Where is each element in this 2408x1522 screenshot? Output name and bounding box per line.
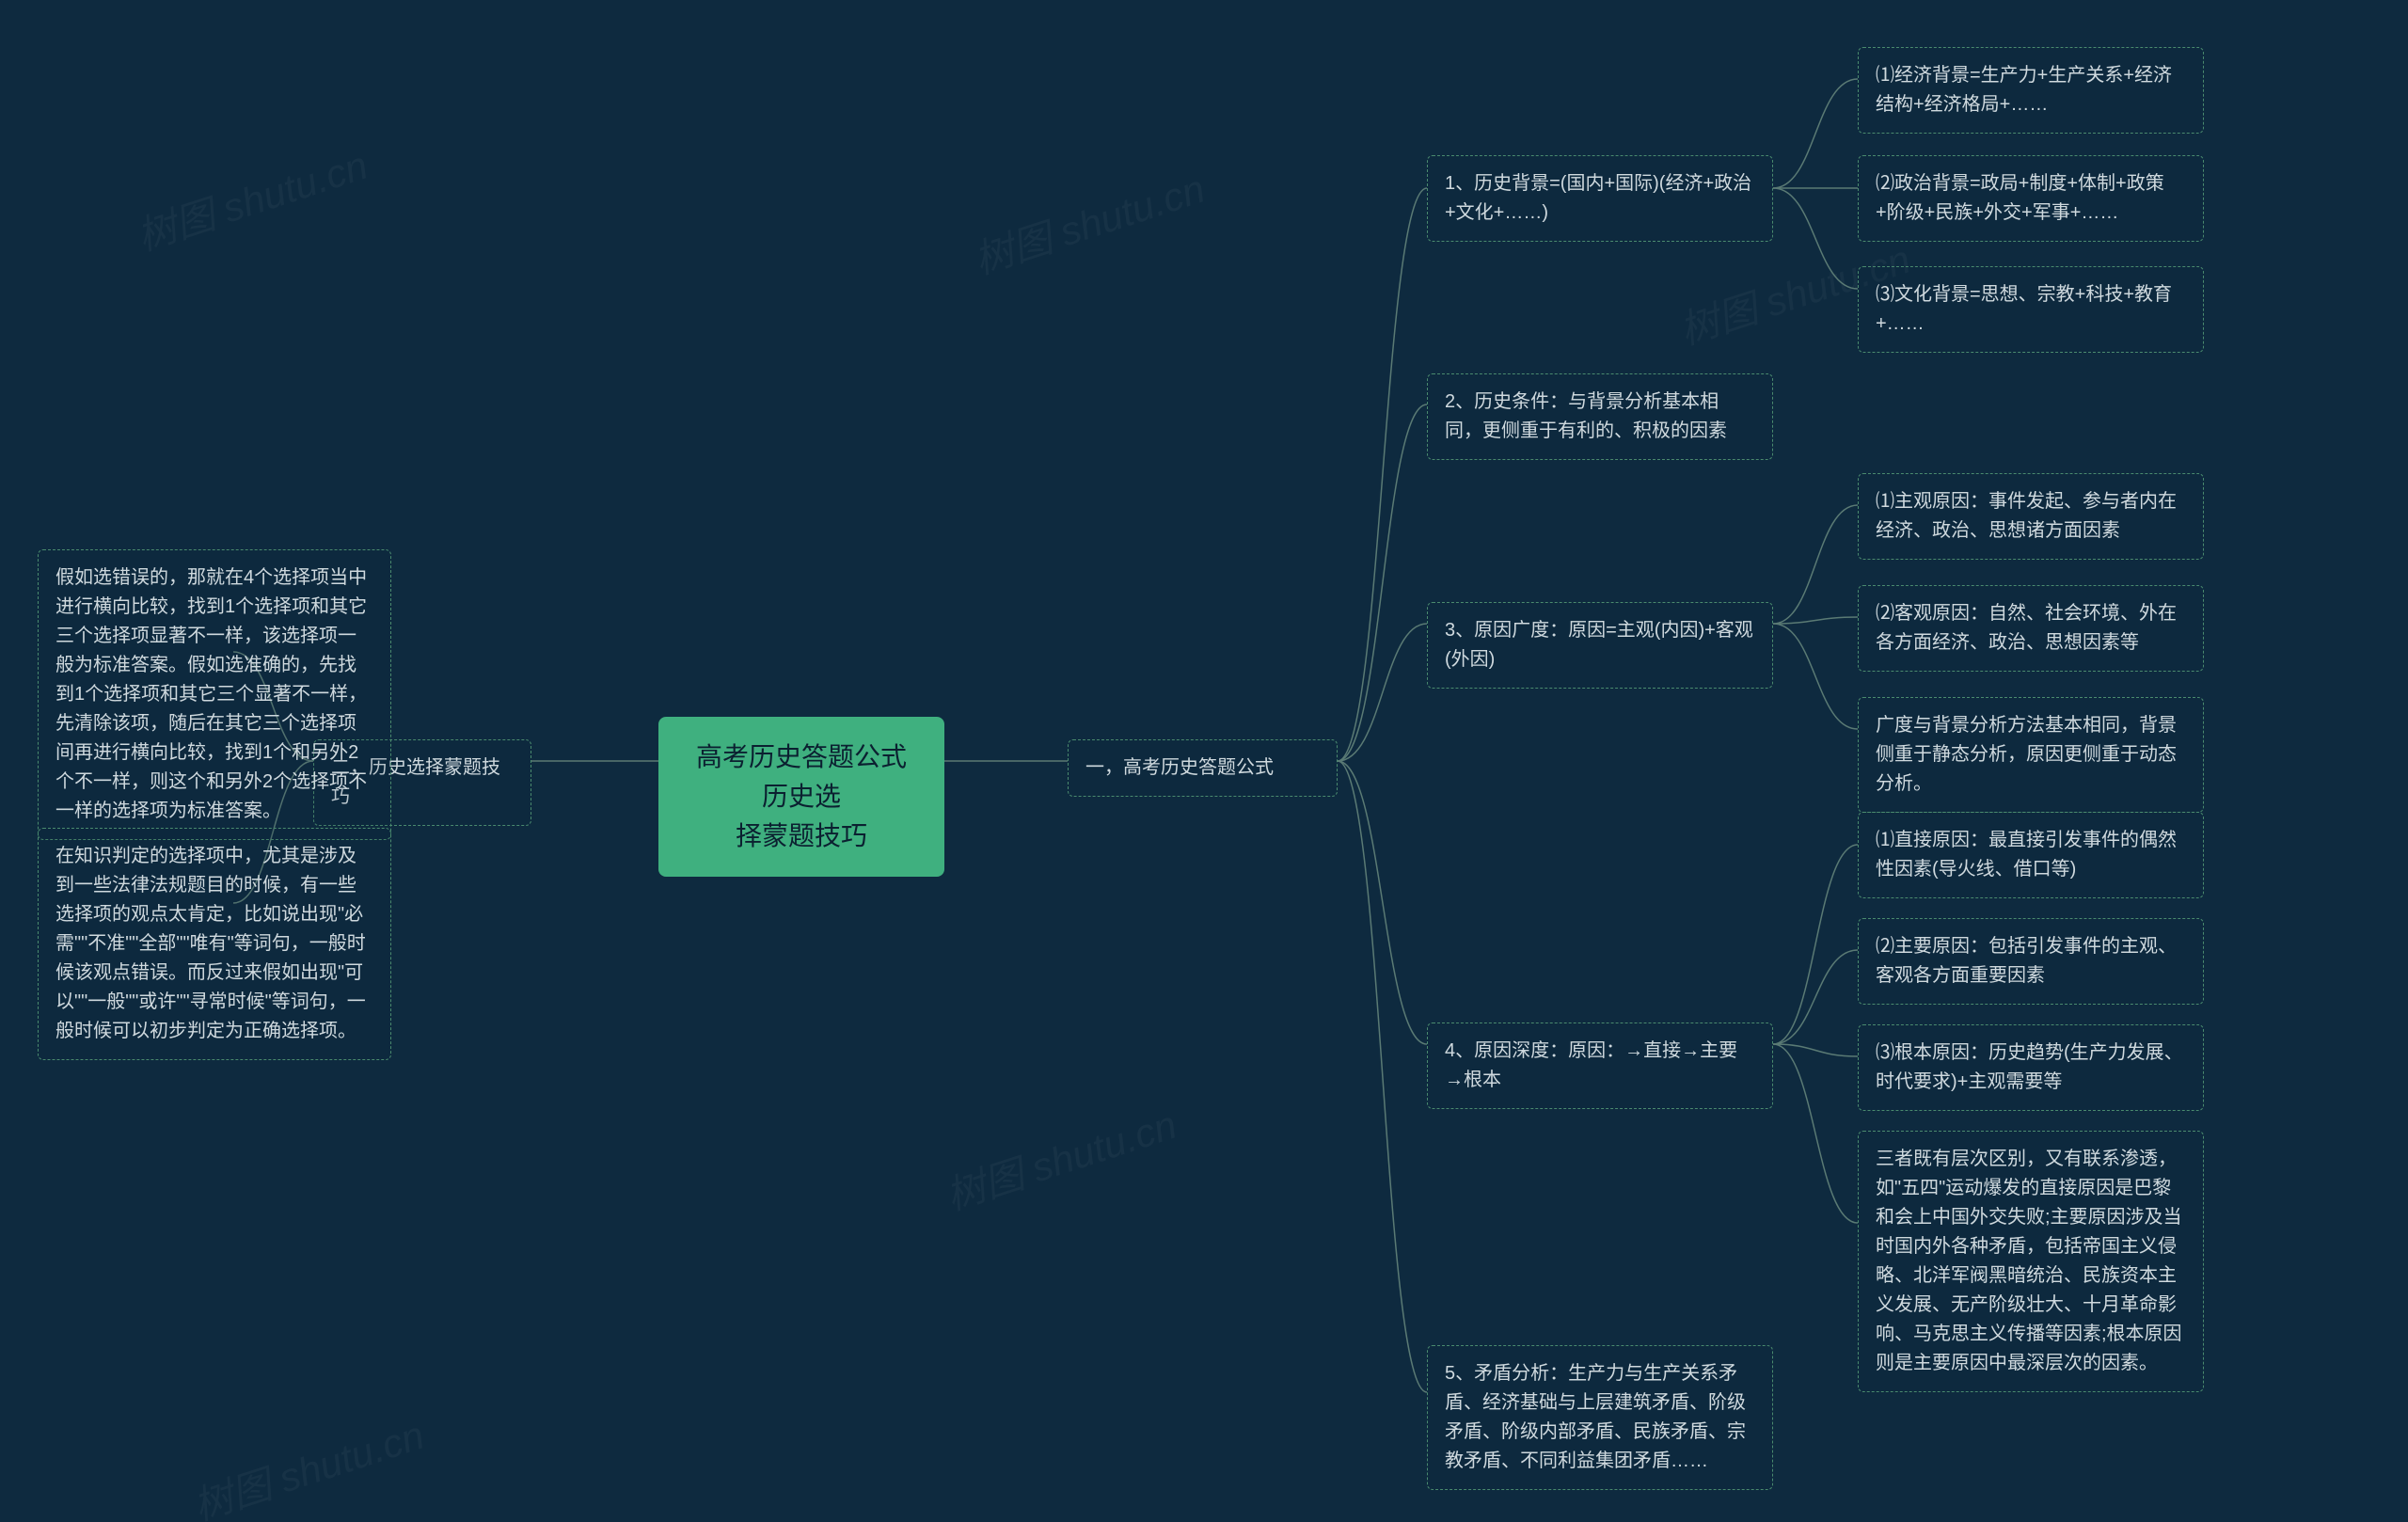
item-1-child-1[interactable]: ⑴经济背景=生产力+生产关系+经济结构+经济格局+…… bbox=[1858, 47, 2204, 134]
left-item-1[interactable]: 假如选错误的，那就在4个选择项当中进行横向比较，找到1个选择项和其它三个选择项显… bbox=[38, 549, 391, 840]
item-4-child-3[interactable]: ⑶根本原因：历史趋势(生产力发展、时代要求)+主观需要等 bbox=[1858, 1024, 2204, 1111]
left-item-2-label: 在知识判定的选择项中，尤其是涉及到一些法律法规题目的时候，有一些选择项的观点太肯… bbox=[55, 846, 366, 1041]
item-5-label: 5、矛盾分析：生产力与生产关系矛盾、经济基础与上层建筑矛盾、阶级矛盾、阶级内部矛… bbox=[1445, 1363, 1746, 1471]
item-1[interactable]: 1、历史背景=(国内+国际)(经济+政治+文化+……) bbox=[1427, 155, 1773, 242]
branch-1-label: 一，高考历史答题公式 bbox=[1085, 757, 1274, 778]
item-4-child-1[interactable]: ⑴直接原因：最直接引发事件的偶然性因素(导火线、借口等) bbox=[1858, 812, 2204, 898]
root-title-line1: 高考历史答题公式 历史选 bbox=[689, 737, 914, 816]
item-2-label: 2、历史条件：与背景分析基本相同，更侧重于有利的、积极的因素 bbox=[1445, 391, 1727, 441]
watermark: 树图 shutu.cn bbox=[938, 1093, 1183, 1222]
item-4-child-2[interactable]: ⑵主要原因：包括引发事件的主观、客观各方面重要因素 bbox=[1858, 918, 2204, 1005]
item-4-child-4-label: 三者既有层次区别，又有联系渗透，如"五四"运动爆发的直接原因是巴黎和会上中国外交… bbox=[1876, 1149, 2182, 1373]
item-3-child-3-label: 广度与背景分析方法基本相同，背景侧重于静态分析，原因更侧重于动态分析。 bbox=[1876, 715, 2177, 794]
item-3-child-1-label: ⑴主观原因：事件发起、参与者内在经济、政治、思想诸方面因素 bbox=[1876, 491, 2177, 541]
item-3-child-2-label: ⑵客观原因：自然、社会环境、外在各方面经济、政治、思想因素等 bbox=[1876, 603, 2177, 653]
item-4[interactable]: 4、原因深度：原因：→直接→主要→根本 bbox=[1427, 1023, 1773, 1109]
item-1-child-2[interactable]: ⑵政治背景=政局+制度+体制+政策+阶级+民族+外交+军事+…… bbox=[1858, 155, 2204, 242]
watermark: 树图 shutu.cn bbox=[966, 157, 1212, 286]
root-title-line2: 择蒙题技巧 bbox=[689, 816, 914, 856]
item-3[interactable]: 3、原因广度：原因=主观(内因)+客观(外因) bbox=[1427, 602, 1773, 689]
item-4-child-4[interactable]: 三者既有层次区别，又有联系渗透，如"五四"运动爆发的直接原因是巴黎和会上中国外交… bbox=[1858, 1131, 2204, 1392]
root-node[interactable]: 高考历史答题公式 历史选 择蒙题技巧 bbox=[658, 717, 944, 877]
item-1-child-1-label: ⑴经济背景=生产力+生产关系+经济结构+经济格局+…… bbox=[1876, 65, 2172, 115]
item-5[interactable]: 5、矛盾分析：生产力与生产关系矛盾、经济基础与上层建筑矛盾、阶级矛盾、阶级内部矛… bbox=[1427, 1345, 1773, 1490]
item-1-child-2-label: ⑵政治背景=政局+制度+体制+政策+阶级+民族+外交+军事+…… bbox=[1876, 173, 2164, 223]
branch-1[interactable]: 一，高考历史答题公式 bbox=[1068, 739, 1338, 797]
watermark: 树图 shutu.cn bbox=[129, 134, 374, 262]
item-4-child-3-label: ⑶根本原因：历史趋势(生产力发展、时代要求)+主观需要等 bbox=[1876, 1042, 2183, 1092]
item-3-child-3[interactable]: 广度与背景分析方法基本相同，背景侧重于静态分析，原因更侧重于动态分析。 bbox=[1858, 697, 2204, 813]
item-4-label: 4、原因深度：原因：→直接→主要→根本 bbox=[1445, 1040, 1737, 1090]
item-1-child-3[interactable]: ⑶文化背景=思想、宗教+科技+教育+…… bbox=[1858, 266, 2204, 353]
item-2[interactable]: 2、历史条件：与背景分析基本相同，更侧重于有利的、积极的因素 bbox=[1427, 373, 1773, 460]
left-item-1-label: 假如选错误的，那就在4个选择项当中进行横向比较，找到1个选择项和其它三个选择项显… bbox=[55, 567, 367, 821]
item-1-child-3-label: ⑶文化背景=思想、宗教+科技+教育+…… bbox=[1876, 284, 2172, 334]
item-3-label: 3、原因广度：原因=主观(内因)+客观(外因) bbox=[1445, 620, 1753, 670]
left-item-2[interactable]: 在知识判定的选择项中，尤其是涉及到一些法律法规题目的时候，有一些选择项的观点太肯… bbox=[38, 828, 391, 1060]
watermark: 树图 shutu.cn bbox=[185, 1403, 431, 1522]
item-3-child-2[interactable]: ⑵客观原因：自然、社会环境、外在各方面经济、政治、思想因素等 bbox=[1858, 585, 2204, 672]
item-4-child-2-label: ⑵主要原因：包括引发事件的主观、客观各方面重要因素 bbox=[1876, 936, 2177, 986]
item-4-child-1-label: ⑴直接原因：最直接引发事件的偶然性因素(导火线、借口等) bbox=[1876, 830, 2177, 880]
item-3-child-1[interactable]: ⑴主观原因：事件发起、参与者内在经济、政治、思想诸方面因素 bbox=[1858, 473, 2204, 560]
item-1-label: 1、历史背景=(国内+国际)(经济+政治+文化+……) bbox=[1445, 173, 1751, 223]
